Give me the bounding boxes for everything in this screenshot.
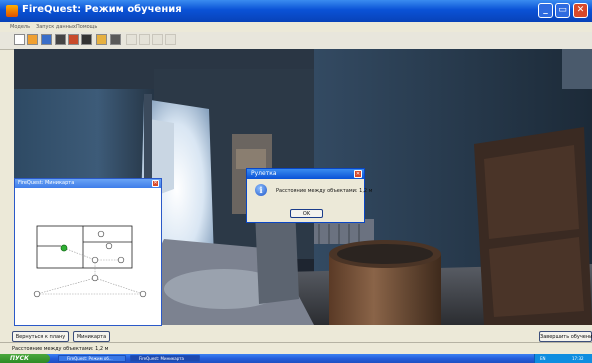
camera-tool-icon[interactable] [55,34,66,45]
bottom-action-bar: Вернуться к плану Миникарта Завершить об… [0,328,592,342]
ruler-dialog-close-button[interactable]: ✕ [354,170,362,178]
taskbar-item-training[interactable]: FireQuest: Режим об... [58,355,126,362]
ruler-dialog-titlebar[interactable]: Рулетка ✕ [247,169,364,179]
hand-tool-icon[interactable] [27,34,38,45]
language-indicator[interactable]: EN [540,356,546,361]
menu-bar: Модель Запуск данных Помощь [0,22,592,32]
menu-item-model[interactable]: Модель [10,24,30,30]
disabled-tool-icon [139,34,150,45]
pencil-tool-icon[interactable] [96,34,107,45]
close-button[interactable]: ✕ [573,3,588,18]
status-text: Расстояние между объектами: 1,2 м [12,346,109,352]
helmet-tool-icon[interactable] [41,34,52,45]
back-to-plan-button[interactable]: Вернуться к плану [12,331,69,342]
minimap-window[interactable]: FireQuest: Миникарта ✕ [14,178,162,326]
select-tool-icon[interactable] [14,34,25,45]
taskbar-item-minimap[interactable]: FireQuest: Миникарта [130,355,200,362]
info-icon: i [255,184,267,196]
system-tray: EN 17:32 [534,354,592,363]
ok-button[interactable]: OK [290,209,323,218]
minimap-titlebar[interactable]: FireQuest: Миникарта ✕ [15,179,161,188]
monitor-tool-icon[interactable] [110,34,121,45]
disabled-tool-icon [165,34,176,45]
window-title: FireQuest: Режим обучения [22,4,182,15]
fire-app-icon [6,5,18,17]
minimap-button[interactable]: Миникарта [73,331,110,342]
ruler-dialog-message: Расстояние между объектами: 1,2 м [276,188,373,194]
ruler-tool-icon[interactable] [81,34,92,45]
menu-item-run-data[interactable]: Запуск данных [36,24,76,30]
minimap-title: FireQuest: Миникарта [18,180,75,186]
app-window: FireQuest: Режим обучения _ ▭ ✕ Модель З… [0,0,592,355]
disabled-tool-icon [126,34,137,45]
ruler-dialog[interactable]: Рулетка ✕ i Расстояние между объектами: … [246,168,372,223]
windows-taskbar: ПУСК FireQuest: Режим об... FireQuest: М… [0,354,592,363]
toolbar [0,32,592,50]
minimize-button[interactable]: _ [538,3,553,18]
window-titlebar[interactable]: FireQuest: Режим обучения _ ▭ ✕ [0,0,592,22]
clock: 17:32 [572,356,584,361]
finish-training-button[interactable]: Завершить обучение [539,331,592,342]
floor-plan-map[interactable] [15,188,161,325]
maximize-button[interactable]: ▭ [555,3,570,18]
fire-tool-icon[interactable] [68,34,79,45]
disabled-tool-icon [152,34,163,45]
menu-item-help[interactable]: Помощь [76,24,97,30]
minimap-close-button[interactable]: ✕ [152,180,159,187]
ruler-dialog-title: Рулетка [251,170,277,177]
start-button[interactable]: ПУСК [0,354,50,363]
